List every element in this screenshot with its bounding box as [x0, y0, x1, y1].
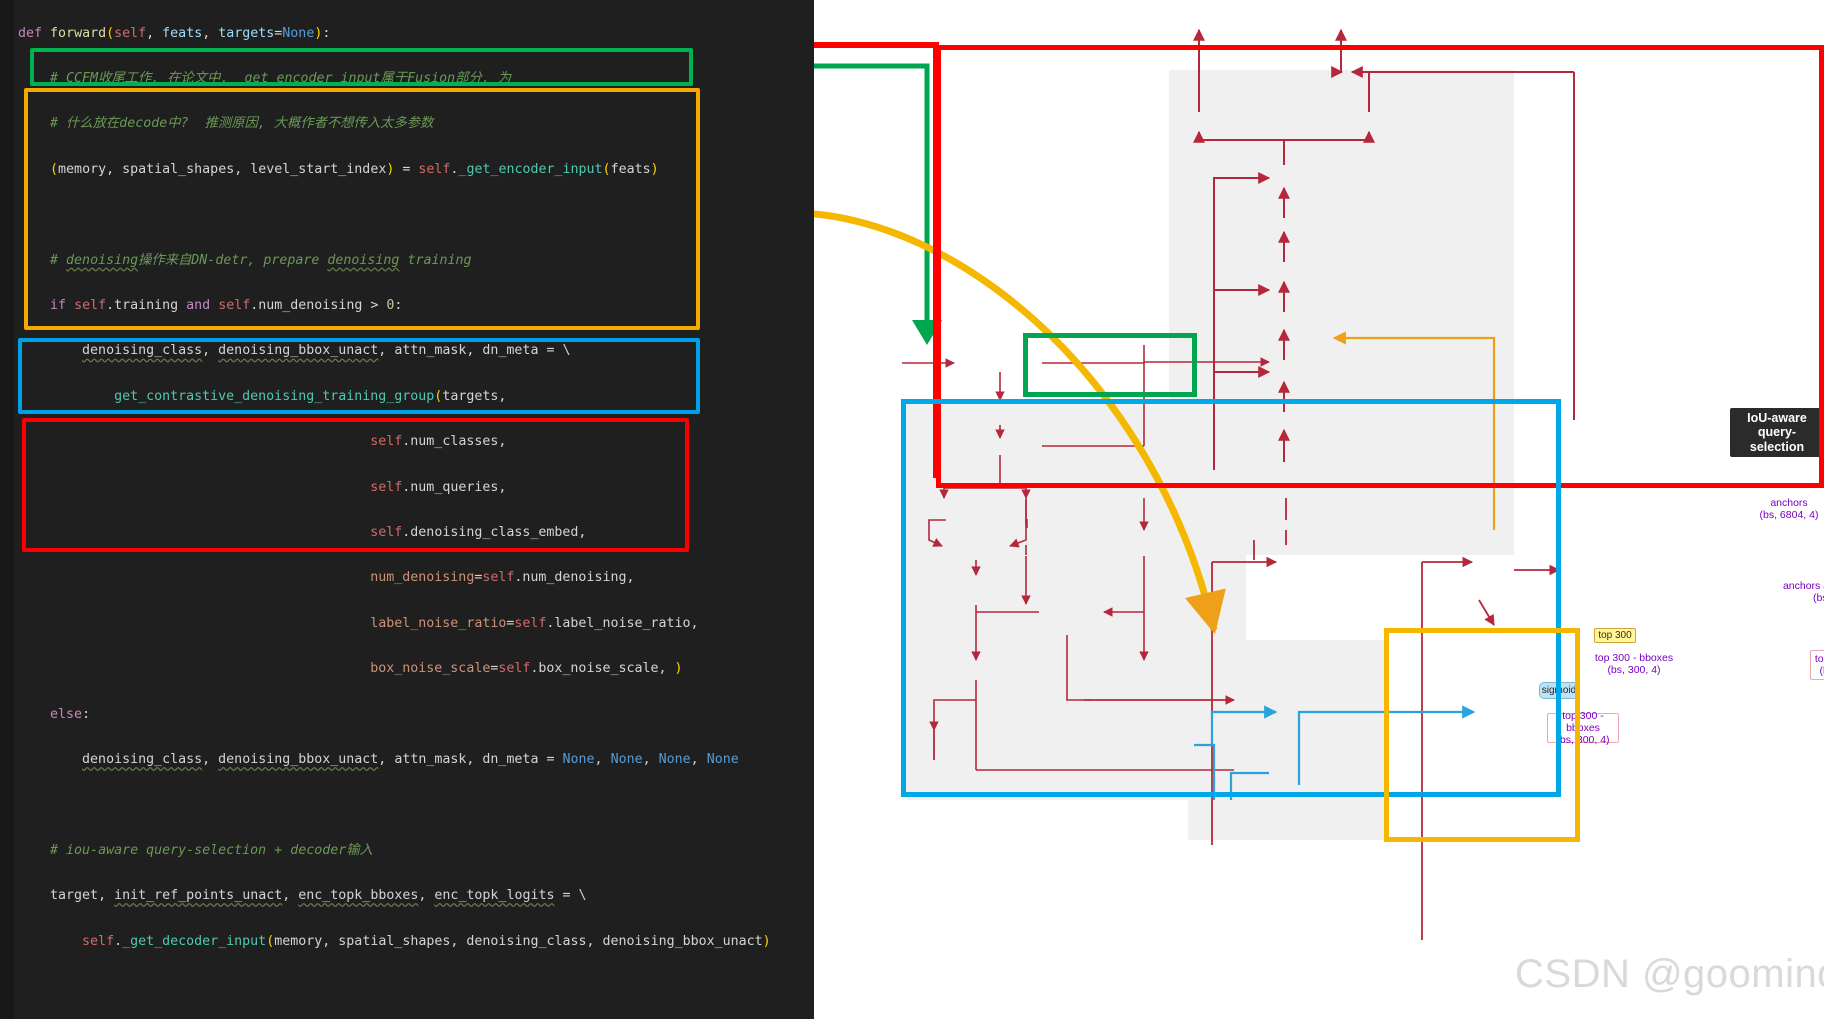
- architecture-diagram: decoder x 6 dec_out_logits (bs, 500, 80)…: [814, 0, 1824, 1019]
- sigmoid-block: sigmoid: [1539, 682, 1579, 699]
- label-top300-bboxes-shape: (bs, 300, 4): [1607, 664, 1661, 676]
- label-anchors-shape: (bs, 6804, 4): [1759, 509, 1819, 521]
- link-green-code-to-encoder: [814, 63, 942, 345]
- top300-bboxes2-shape: (bs, 300, 4): [1556, 734, 1610, 747]
- top300-bboxes2-label: top 300 - bboxes: [1562, 709, 1604, 734]
- top300-class-shape: (bs, 300, 80): [1819, 665, 1824, 677]
- code-text[interactable]: def forward(self, feats, targets=None): …: [18, 0, 814, 1019]
- label-anchors-abs: anchors absolute position: [1782, 580, 1824, 592]
- top300-class-block: top 300 - class (bs, 300, 80): [1810, 650, 1824, 680]
- label-top300-bboxes: top 300 - bboxes: [1594, 652, 1674, 664]
- watermark: CSDN @goomind: [1515, 952, 1824, 996]
- top300-class-label: top 300 - class: [1814, 652, 1824, 665]
- query-selection-section-title: IoU-aware query-selection: [1730, 408, 1824, 458]
- label-anchors-rel-shape: (bs, 6804, 4): [1814, 509, 1824, 521]
- label-anchors-abs-shape: (bs, 6804, 4): [1813, 592, 1824, 604]
- top300-bboxes-sigmoid-block: top 300 - bboxes (bs, 300, 4): [1547, 709, 1619, 747]
- tag-top300-bboxes: top 300: [1594, 628, 1636, 643]
- label-anchors: anchors: [1770, 497, 1808, 509]
- screenshot-root: def forward(self, feats, targets=None): …: [0, 0, 1824, 1019]
- label-anchors-rel: anchors relative position: [1814, 497, 1824, 509]
- editor-gutter: [0, 0, 14, 1019]
- diagram-canvas: [814, 28, 1575, 940]
- code-editor-pane[interactable]: def forward(self, feats, targets=None): …: [0, 0, 814, 1019]
